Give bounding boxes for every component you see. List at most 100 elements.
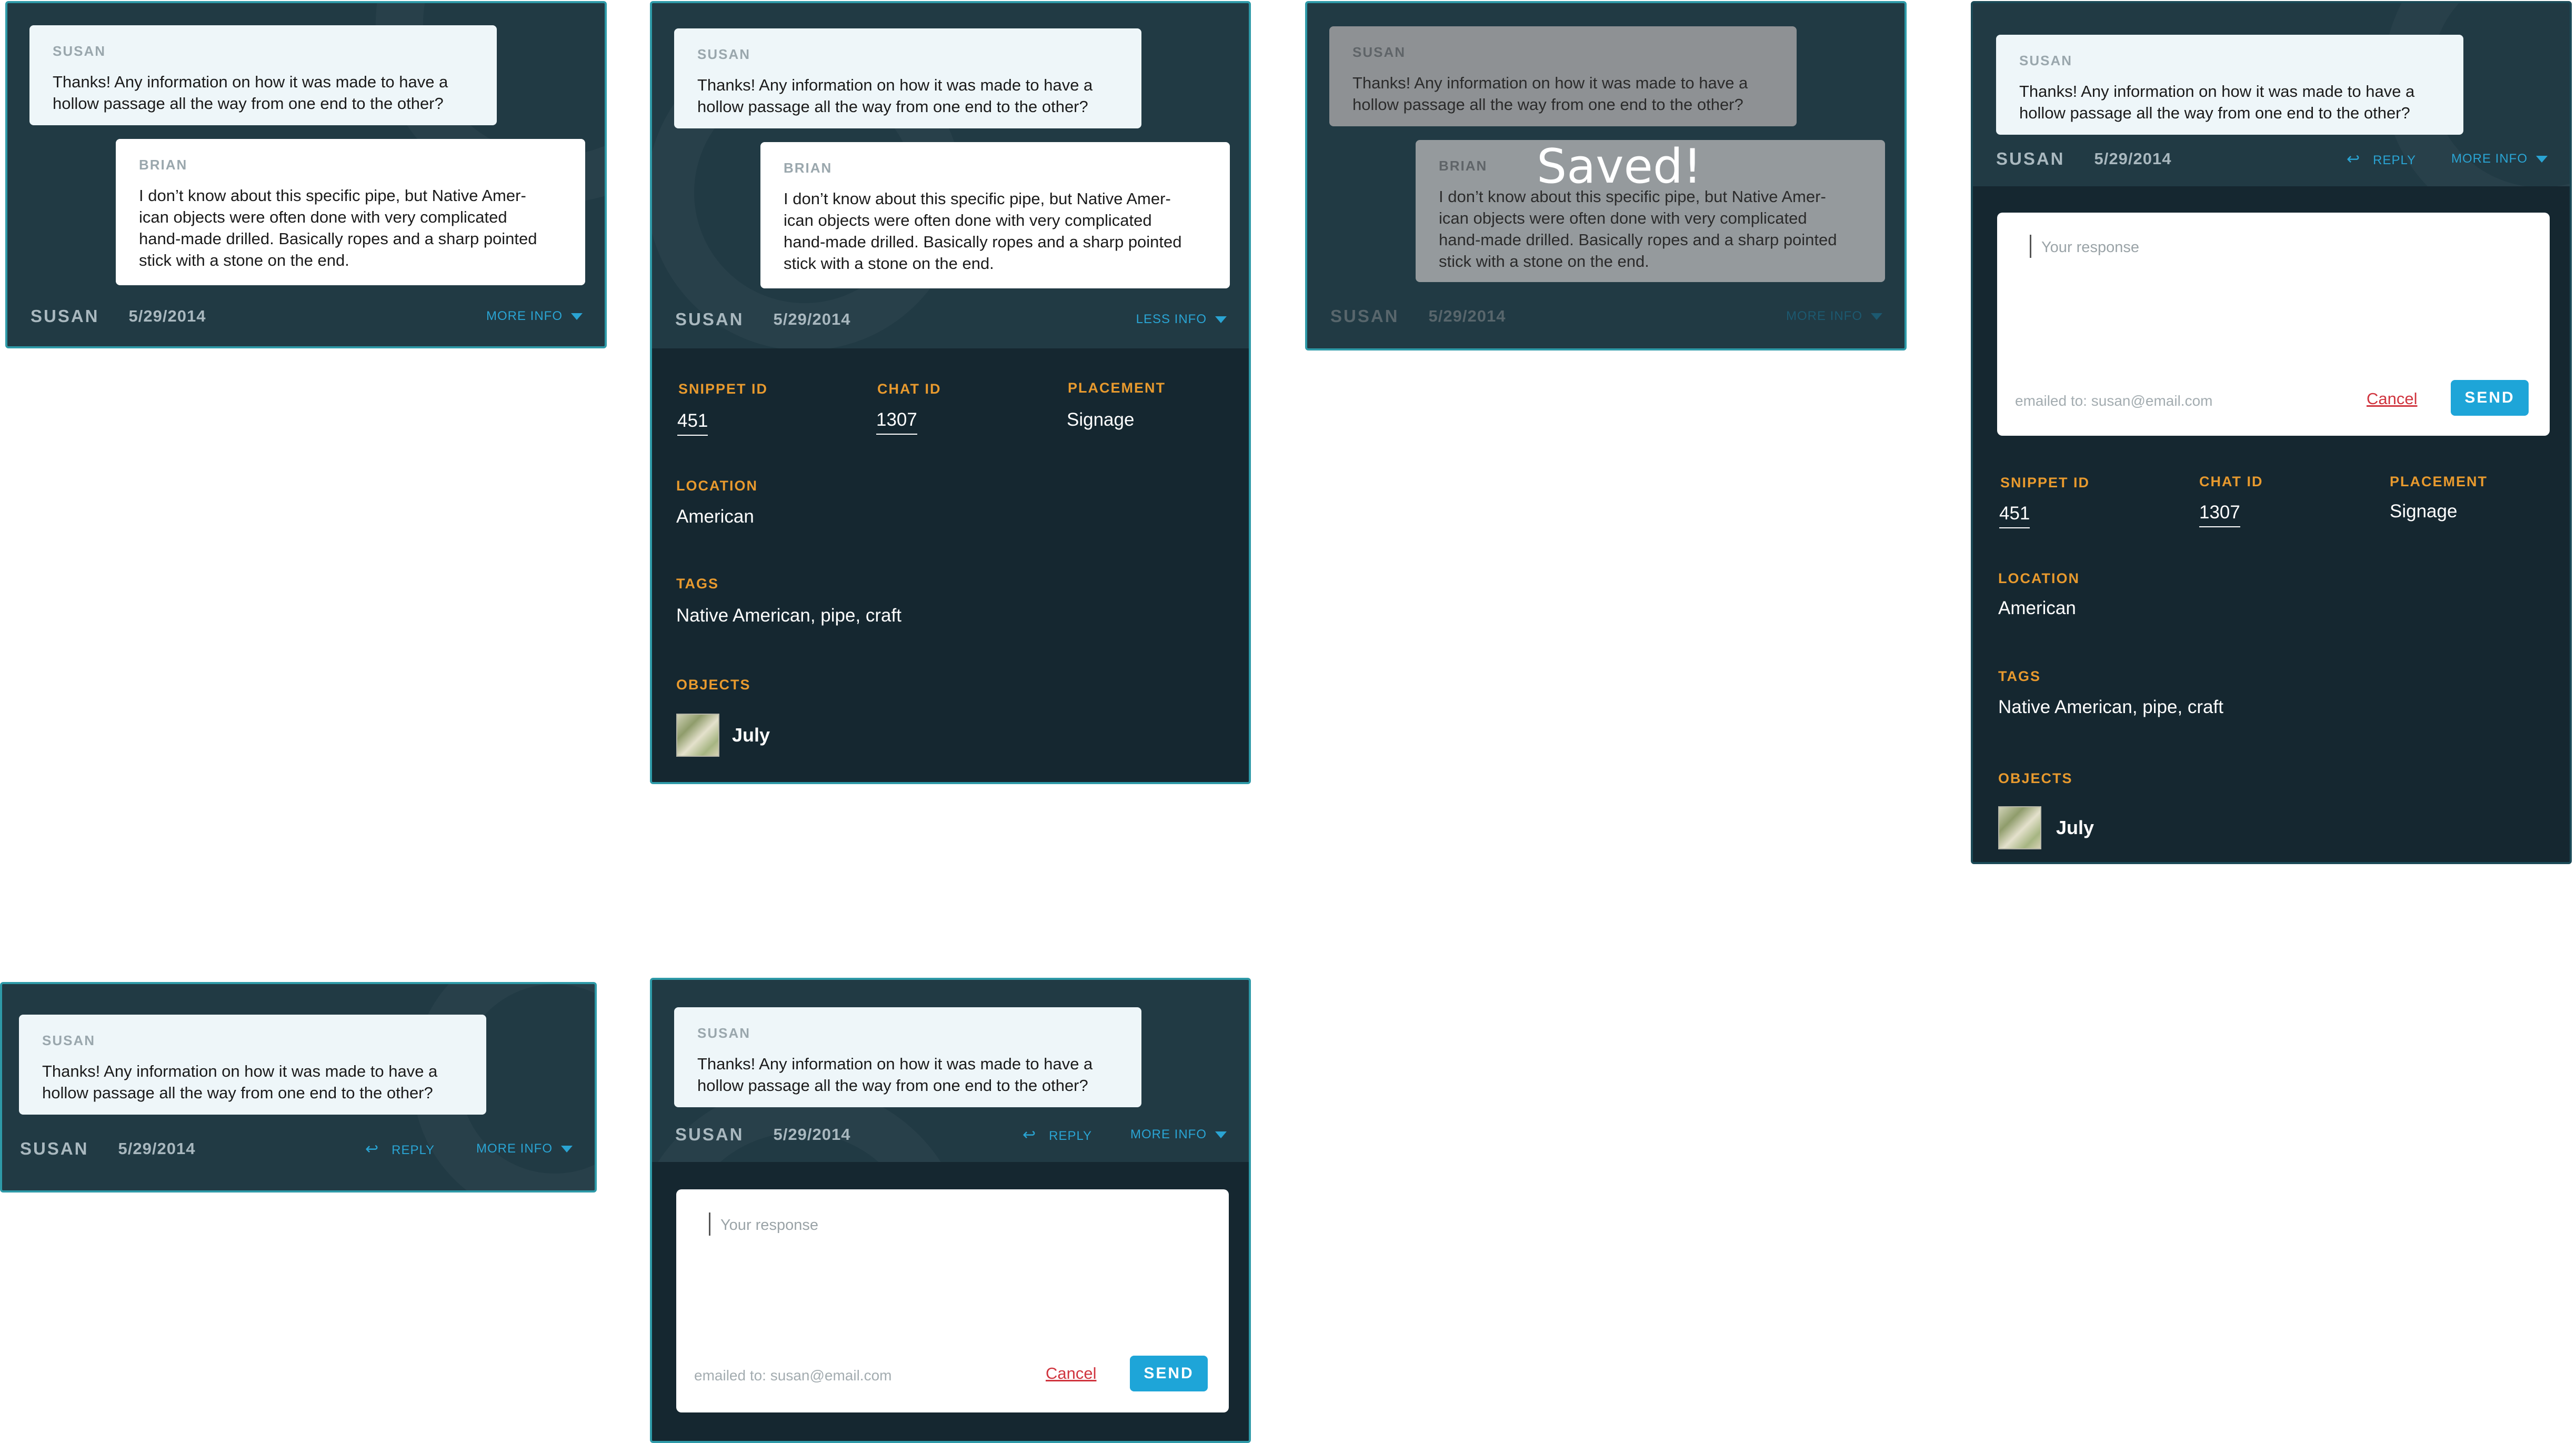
- reply-label: REPLY: [1049, 1128, 1092, 1143]
- chat-card-expanded: SUSAN Thanks! Any information on how it …: [650, 1, 1251, 784]
- question-text-line: hollow passage all the way from one end …: [42, 1084, 433, 1102]
- more-info-toggle[interactable]: MORE INFO: [486, 309, 583, 324]
- snippet-id-value[interactable]: 451: [677, 410, 708, 436]
- details-panel: Your response emailed to: susan@email.co…: [1973, 186, 2570, 862]
- footer-name: SUSAN: [1330, 306, 1399, 326]
- question-sender: SUSAN: [697, 46, 751, 62]
- question-sender: SUSAN: [697, 1025, 751, 1041]
- triangle-down-icon: [561, 1146, 573, 1153]
- text-caret: [709, 1212, 710, 1236]
- card-footer: SUSAN 5/29/2014 MORE INFO: [1307, 287, 1905, 345]
- response-input[interactable]: Your response: [720, 1217, 818, 1234]
- question-text-line: Thanks! Any information on how it was ma…: [53, 73, 448, 91]
- triangle-down-icon: [2536, 156, 2548, 163]
- footer-name: SUSAN: [20, 1139, 89, 1158]
- chat-card-saved: SUSAN Thanks! Any information on how it …: [1305, 1, 1907, 350]
- reply-button[interactable]: ↩ REPLY: [365, 1140, 435, 1158]
- question-bubble: SUSAN Thanks! Any information on how it …: [1996, 35, 2463, 135]
- footer-date: 5/29/2014: [2094, 149, 2172, 168]
- answer-text-line: I don’t know about this specific pipe, b…: [784, 189, 1171, 208]
- snippet-id-label: SNIPPET ID: [2000, 475, 2090, 490]
- cancel-button[interactable]: Cancel: [2367, 389, 2418, 408]
- tags-label: TAGS: [676, 576, 719, 592]
- question-text-line: hollow passage all the way from one end …: [697, 97, 1088, 116]
- answer-text-line: stick with a stone on the end.: [784, 254, 994, 273]
- card-footer: SUSAN 5/29/2014 LESS INFO: [652, 290, 1249, 348]
- question-bubble: SUSAN Thanks! Any information on how it …: [1329, 26, 1797, 126]
- triangle-down-icon: [571, 313, 583, 320]
- answer-bubble: BRIAN I don’t know about this specific p…: [116, 139, 585, 285]
- question-bubble: SUSAN Thanks! Any information on how it …: [29, 25, 497, 125]
- question-sender: SUSAN: [53, 43, 106, 59]
- footer-name: SUSAN: [675, 309, 744, 329]
- more-info-label: MORE INFO: [1786, 309, 1862, 323]
- footer-date: 5/29/2014: [128, 307, 206, 325]
- object-thumbnail[interactable]: [676, 714, 719, 757]
- footer-date: 5/29/2014: [773, 310, 851, 328]
- emailed-to-text: emailed to: susan@email.com: [2015, 393, 2213, 409]
- card-footer: SUSAN 5/29/2014 ↩ REPLY MORE INFO: [1973, 132, 2570, 186]
- more-info-toggle[interactable]: MORE INFO: [1786, 309, 1882, 324]
- card-footer: SUSAN 5/29/2014 ↩ REPLY MORE INFO: [2, 1120, 595, 1178]
- chat-card-collapsed: SUSAN Thanks! Any information on how it …: [5, 1, 607, 348]
- question-text-line: hollow passage all the way from one end …: [2019, 104, 2410, 122]
- response-input[interactable]: Your response: [2041, 239, 2139, 256]
- object-thumbnail[interactable]: [1998, 806, 2041, 849]
- less-info-toggle[interactable]: LESS INFO: [1136, 312, 1227, 327]
- reply-panel: Your response emailed to: susan@email.co…: [652, 1162, 1249, 1441]
- send-button[interactable]: SEND: [2451, 380, 2529, 416]
- more-info-label: MORE INFO: [486, 309, 563, 323]
- tags-value: Native American, pipe, craft: [676, 605, 901, 626]
- question-sender: SUSAN: [42, 1033, 96, 1048]
- answer-text-line: ican objects were often done with very c…: [784, 211, 1152, 229]
- placement-label: PLACEMENT: [2390, 474, 2488, 489]
- question-text-line: Thanks! Any information on how it was ma…: [697, 1055, 1093, 1073]
- chat-id-value[interactable]: 1307: [876, 409, 917, 435]
- question-bubble: SUSAN Thanks! Any information on how it …: [674, 28, 1141, 128]
- question-text-line: hollow passage all the way from one end …: [697, 1076, 1088, 1095]
- answer-text-line: I don’t know about this specific pipe, b…: [139, 186, 526, 205]
- answer-text-line: hand-made drilled. Basically ropes and a…: [784, 233, 1182, 251]
- object-name[interactable]: July: [2056, 817, 2094, 839]
- question-text-line: Thanks! Any information on how it was ma…: [2019, 82, 2415, 101]
- chat-id-label: CHAT ID: [2199, 474, 2263, 489]
- footer-name: SUSAN: [675, 1125, 744, 1144]
- footer-name: SUSAN: [1996, 149, 2065, 168]
- location-value: American: [676, 506, 754, 527]
- reply-arrow-icon: ↩: [1023, 1126, 1037, 1144]
- reply-button[interactable]: ↩ REPLY: [1023, 1126, 1092, 1144]
- cancel-button[interactable]: Cancel: [1046, 1364, 1097, 1383]
- question-bubble: SUSAN Thanks! Any information on how it …: [19, 1015, 486, 1115]
- reply-arrow-icon: ↩: [2347, 150, 2361, 168]
- text-caret: [2030, 235, 2031, 258]
- chat-card-reply: SUSAN Thanks! Any information on how it …: [650, 978, 1251, 1443]
- question-text-line: Thanks! Any information on how it was ma…: [42, 1062, 438, 1080]
- more-info-toggle[interactable]: MORE INFO: [476, 1141, 573, 1156]
- question-text-line: Thanks! Any information on how it was ma…: [697, 76, 1093, 94]
- reply-form: Your response emailed to: susan@email.co…: [676, 1189, 1229, 1412]
- send-button[interactable]: SEND: [1130, 1356, 1208, 1391]
- answer-text-line: hand-made drilled. Basically ropes and a…: [1439, 231, 1837, 249]
- question-text-line: Thanks! Any information on how it was ma…: [1352, 74, 1748, 92]
- object-name[interactable]: July: [732, 724, 770, 746]
- answer-sender: BRIAN: [784, 160, 833, 176]
- tags-label: TAGS: [1998, 668, 2041, 684]
- answer-text-line: stick with a stone on the end.: [1439, 252, 1649, 270]
- chat-id-value[interactable]: 1307: [2199, 502, 2240, 527]
- triangle-down-icon: [1871, 313, 1882, 320]
- reply-label: REPLY: [2373, 153, 2417, 167]
- question-sender: SUSAN: [1352, 44, 1406, 60]
- emailed-to-text: emailed to: susan@email.com: [694, 1367, 892, 1384]
- snippet-id-value[interactable]: 451: [1999, 503, 2030, 528]
- placement-value: Signage: [2390, 501, 2458, 522]
- saved-message: Saved!: [1537, 139, 1702, 194]
- more-info-toggle[interactable]: MORE INFO: [1130, 1127, 1227, 1142]
- more-info-label: MORE INFO: [1130, 1127, 1207, 1141]
- less-info-label: LESS INFO: [1136, 312, 1207, 326]
- card-footer: SUSAN 5/29/2014 MORE INFO: [7, 287, 605, 345]
- chat-id-label: CHAT ID: [877, 381, 941, 397]
- reply-button[interactable]: ↩ REPLY: [2347, 150, 2416, 168]
- more-info-toggle[interactable]: MORE INFO: [2451, 152, 2548, 166]
- triangle-down-icon: [1215, 1131, 1227, 1139]
- answer-sender: BRIAN: [139, 157, 188, 173]
